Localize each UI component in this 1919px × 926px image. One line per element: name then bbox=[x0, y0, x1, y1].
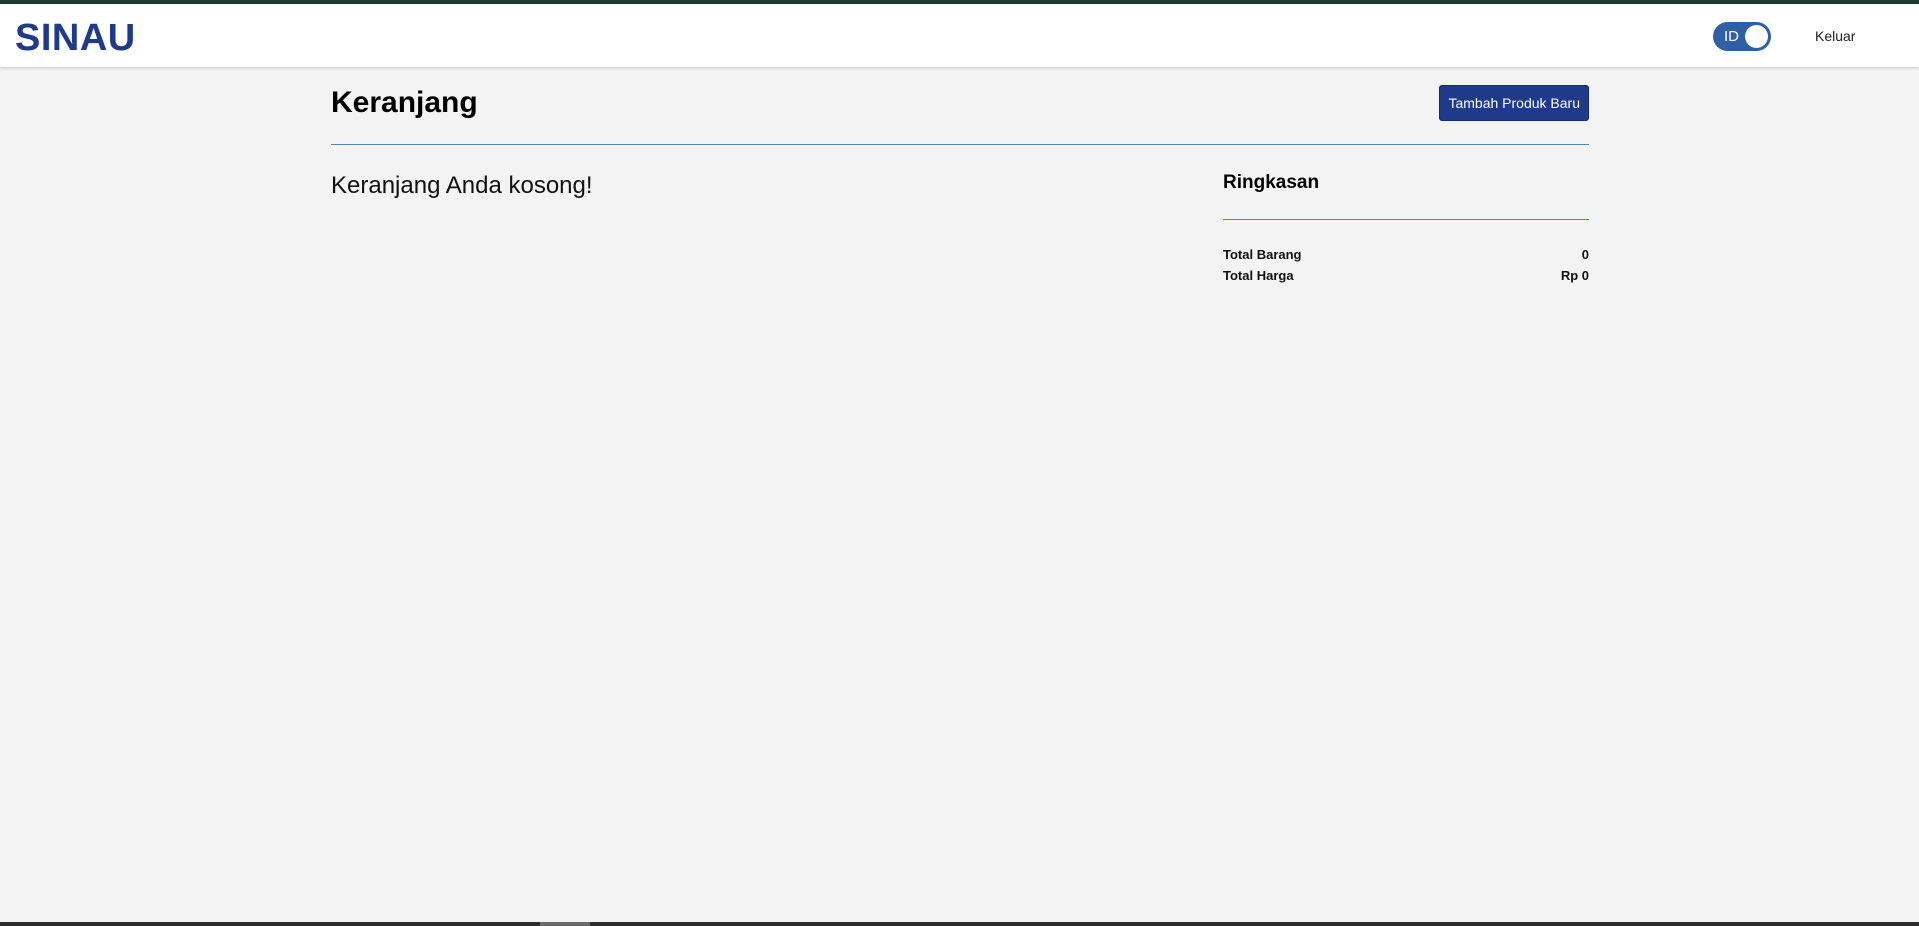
summary-row-label: Total Barang bbox=[1223, 247, 1302, 262]
summary-row-value: 0 bbox=[1581, 247, 1589, 262]
navbar: SINAU ID Keluar bbox=[0, 4, 1919, 67]
empty-cart-message: Keranjang Anda kosong! bbox=[331, 172, 593, 199]
scrollbar-thumb[interactable] bbox=[540, 922, 590, 926]
add-product-button[interactable]: Tambah Produk Baru bbox=[1439, 85, 1589, 121]
language-toggle-label: ID bbox=[1724, 28, 1739, 45]
summary-row-total-items: Total Barang 0 bbox=[1223, 246, 1589, 264]
logout-link[interactable]: Keluar bbox=[1815, 28, 1855, 45]
summary-row-total-price: Total Harga Rp 0 bbox=[1223, 267, 1589, 285]
summary-title: Ringkasan bbox=[1223, 172, 1320, 193]
summary-row-label: Total Harga bbox=[1223, 268, 1294, 283]
page-title: Keranjang bbox=[331, 86, 478, 119]
horizontal-scrollbar[interactable] bbox=[0, 922, 1919, 926]
summary-divider bbox=[1223, 219, 1589, 220]
toggle-knob bbox=[1745, 25, 1768, 48]
brand-logo[interactable]: SINAU bbox=[15, 16, 136, 60]
title-divider bbox=[331, 144, 1589, 145]
language-toggle[interactable]: ID bbox=[1713, 22, 1771, 51]
summary-row-value: Rp 0 bbox=[1560, 268, 1589, 283]
